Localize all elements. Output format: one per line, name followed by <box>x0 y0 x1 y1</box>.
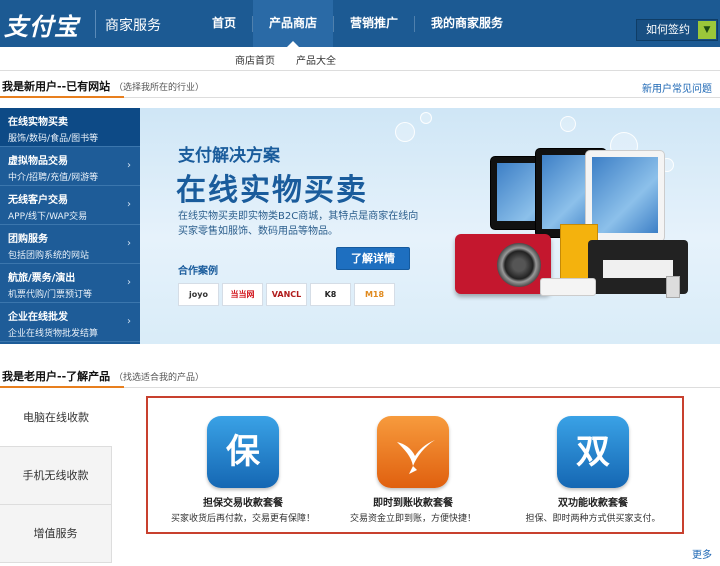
product-packages: 保 担保交易收款套餐 买家收货后再付款，交易更有保障！ 即时到账收款套餐 交易资… <box>146 396 684 534</box>
double-icon-glyph: 双 <box>576 432 610 472</box>
nav-my-merchant-service[interactable]: 我的商家服务 <box>415 0 519 47</box>
industry-item-wholesale[interactable]: 企业在线批发 企业在线货物批发结算 › <box>0 303 140 342</box>
main-nav: 首页 产品商店 营销推广 我的商家服务 <box>196 0 519 47</box>
subnav-store-home[interactable]: 商店首页 <box>235 52 275 67</box>
industry-title: 企业在线批发 <box>8 312 68 323</box>
industry-item-physical[interactable]: 在线实物买卖 服饰/数码/食品/图书等 <box>0 108 140 147</box>
case-logo-vancl[interactable]: VANCL <box>266 283 307 306</box>
chevron-right-icon: › <box>127 238 131 249</box>
industry-sub: 企业在线货物批发结算 <box>8 329 99 339</box>
industry-title: 无线客户交易 <box>8 195 68 206</box>
chevron-right-icon: › <box>127 277 131 288</box>
industry-title: 在线实物买卖 <box>8 117 68 128</box>
payment-type-tabs: 电脑在线收款 手机无线收款 增值服务 <box>0 389 112 563</box>
product-dual[interactable]: 双 双功能收款套餐 担保、即时两种方式供买家支付。 <box>508 416 678 524</box>
tablet-screen <box>592 157 658 233</box>
media-box-image <box>540 278 596 296</box>
camera-image <box>455 234 551 294</box>
nav-product-store[interactable]: 产品商店 <box>253 0 334 47</box>
bubble-decoration <box>560 116 576 132</box>
new-user-faq-link[interactable]: 新用户常见问题 <box>642 80 712 95</box>
chevron-down-icon: ▼ <box>698 21 716 39</box>
industry-title: 团购服务 <box>8 234 48 245</box>
industry-item-travel[interactable]: 航旅/票务/演出 机票代购/门票预订等 › <box>0 264 140 303</box>
chevron-right-icon: › <box>127 199 131 210</box>
shield-icon-glyph: 保 <box>226 432 260 472</box>
industry-sub: APP/线下/WAP交易 <box>8 212 88 222</box>
industry-sub: 中介/招聘/充值/网游等 <box>8 173 99 183</box>
drive-image <box>666 276 680 298</box>
chevron-right-icon: › <box>127 160 131 171</box>
case-logo-amazon[interactable]: joyo amazon <box>178 283 219 306</box>
industry-item-virtual[interactable]: 虚拟物品交易 中介/招聘/充值/网游等 › <box>0 147 140 186</box>
tab-mobile-payment[interactable]: 手机无线收款 <box>0 447 112 505</box>
camera-lens <box>497 243 541 287</box>
old-user-subtitle: （找选适合我的产品） <box>114 373 205 383</box>
product-desc: 交易资金立即到账，方便快捷！ <box>349 514 476 524</box>
old-user-section-header: 我是老用户--了解产品 （找选适合我的产品） <box>0 362 720 388</box>
industry-item-groupbuy[interactable]: 团购服务 包括团购系统的网站 › <box>0 225 140 264</box>
learn-more-button[interactable]: 了解详情 <box>336 247 410 270</box>
industry-list: 在线实物买卖 服饰/数码/食品/图书等 虚拟物品交易 中介/招聘/充值/网游等 … <box>0 108 140 344</box>
how-to-sign-label: 如何签约 <box>646 23 690 36</box>
solution-banner: 支付解决方案 在线实物买卖 在线实物买卖即实物类B2C商城，其特点是商家在线向买… <box>140 108 720 344</box>
new-user-subtitle: （选择我所在的行业） <box>114 83 205 93</box>
product-name: 双功能收款套餐 <box>558 498 628 509</box>
case-logo-k8[interactable]: K8 <box>310 283 351 306</box>
sub-nav: 商店首页 产品大全 <box>0 47 720 71</box>
case-logo-dangdang[interactable]: 当当网 <box>222 283 263 306</box>
product-desc: 担保、即时两种方式供买家支付。 <box>525 514 661 524</box>
header-bar: 支付宝 商家服务 首页 产品商店 营销推广 我的商家服务 如何签约 ▼ <box>0 0 720 47</box>
industry-title: 虚拟物品交易 <box>8 156 68 167</box>
product-name: 即时到账收款套餐 <box>373 498 453 509</box>
alipay-logo[interactable]: 支付宝 <box>4 7 79 42</box>
bubble-decoration <box>420 112 432 124</box>
banner-title: 在线实物买卖 <box>176 173 368 208</box>
industry-sub: 服饰/数码/食品/图书等 <box>8 134 99 144</box>
nav-marketing[interactable]: 营销推广 <box>334 0 414 47</box>
tab-pc-payment[interactable]: 电脑在线收款 <box>0 389 112 447</box>
new-user-title: 我是新用户--已有网站 <box>2 80 111 93</box>
section-accent-bar <box>0 96 124 98</box>
section-accent-bar <box>0 386 124 388</box>
shield-icon: 保 <box>207 416 279 488</box>
product-instant[interactable]: 即时到账收款套餐 交易资金立即到账，方便快捷！ <box>328 416 498 524</box>
old-user-title: 我是老用户--了解产品 <box>2 370 111 383</box>
merchant-service-title[interactable]: 商家服务 <box>105 15 161 35</box>
bubble-decoration <box>395 122 415 142</box>
tab-value-added[interactable]: 增值服务 <box>0 505 112 563</box>
product-name: 担保交易收款套餐 <box>203 498 283 509</box>
case-logo-m18[interactable]: M18 <box>354 283 395 306</box>
product-escrow[interactable]: 保 担保交易收款套餐 买家收货后再付款，交易更有保障！ <box>158 416 328 524</box>
partner-cases-label: 合作案例 <box>178 266 218 277</box>
new-user-section-header: 我是新用户--已有网站 （选择我所在的行业） 新用户常见问题 <box>0 72 720 98</box>
banner-description: 在线实物买卖即实物类B2C商城，其特点是商家在线向买家零售如服饰、数码用品等物品… <box>178 211 419 237</box>
how-to-sign-dropdown[interactable]: 如何签约 ▼ <box>636 19 718 41</box>
product-desc: 买家收货后再付款，交易更有保障！ <box>170 514 315 524</box>
printer-tray <box>603 260 673 278</box>
subnav-all-products[interactable]: 产品大全 <box>296 52 336 67</box>
banner-subtitle: 支付解决方案 <box>178 146 280 166</box>
nav-home[interactable]: 首页 <box>196 0 252 47</box>
industry-sub: 包括团购系统的网站 <box>8 251 90 261</box>
chevron-right-icon: › <box>127 316 131 327</box>
industry-title: 航旅/票务/演出 <box>8 273 76 284</box>
swallow-icon <box>377 416 449 488</box>
double-icon: 双 <box>557 416 629 488</box>
logo-divider <box>95 10 96 38</box>
industry-item-wireless[interactable]: 无线客户交易 APP/线下/WAP交易 › <box>0 186 140 225</box>
more-link[interactable]: 更多 <box>692 546 712 561</box>
industry-sub: 机票代购/门票预订等 <box>8 290 93 300</box>
swallow-icon-shape <box>397 440 435 474</box>
